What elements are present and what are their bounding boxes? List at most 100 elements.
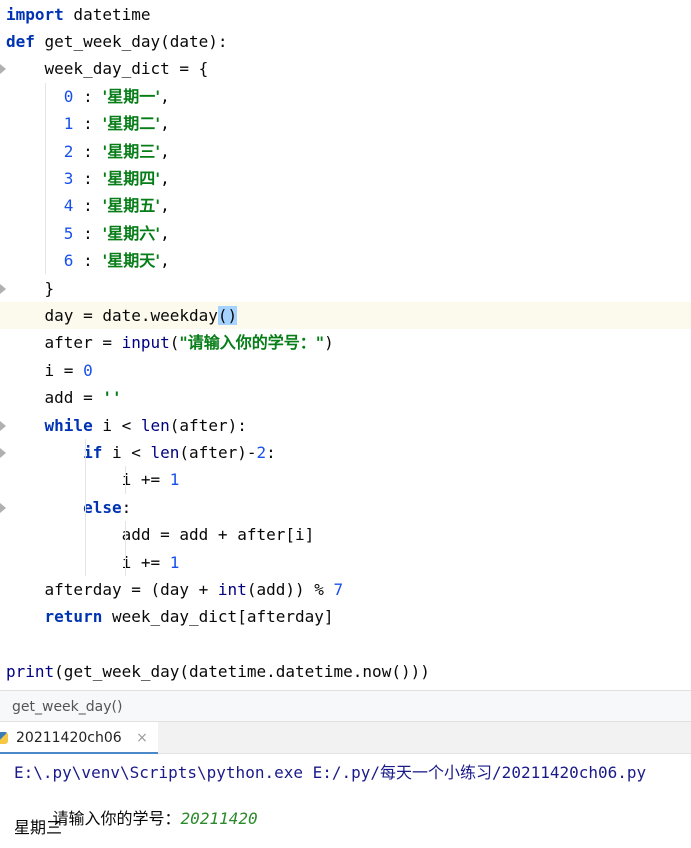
code-line[interactable]: week_day_dict = { [0,55,691,82]
code-token: i += [6,470,170,490]
breadcrumb-function[interactable]: get_week_day() [12,699,122,715]
code-line[interactable]: } [0,275,691,302]
code-token: i = [6,360,84,380]
code-token: 2 [256,442,267,462]
code-line[interactable]: import datetime [0,1,691,28]
code-token: '星期三' [102,141,161,161]
close-icon[interactable]: × [136,730,148,746]
code-line[interactable]: i += 1 [0,466,691,493]
console-user-input: 20211420 [180,809,258,828]
code-line[interactable]: 5 : '星期六', [0,220,691,247]
code-token: add = [6,388,103,408]
code-token: 4 [63,196,74,216]
code-line[interactable]: print(get_week_day(datetime.datetime.now… [0,658,691,685]
code-token: (after)- [179,442,257,462]
code-token: datetime [63,4,151,24]
code-line[interactable]: 6 : '星期天', [0,247,691,274]
code-line[interactable]: if i < len(after)-2: [0,439,691,466]
code-token: : [73,196,103,216]
code-token: len [140,415,170,435]
code-line[interactable]: add = add + after[i] [0,521,691,548]
fold-marker-icon[interactable] [0,447,6,458]
code-line[interactable]: 0 : '星期一', [0,83,691,110]
code-token: else [83,497,122,517]
code-token: : [73,114,103,134]
code-line[interactable]: i += 1 [0,549,691,576]
code-line[interactable]: i = 0 [0,357,691,384]
fold-marker-icon[interactable] [0,283,6,294]
code-token: 7 [333,579,344,599]
code-token: import [6,4,64,24]
code-token: day = date.weekday [6,305,218,325]
code-token: (get_week_day(datetime.datetime.now())) [54,662,430,682]
code-token: (after): [169,415,247,435]
code-token: "请输入你的学号：" [179,333,325,353]
code-token: : [266,442,276,462]
code-line[interactable]: 2 : '星期三', [0,138,691,165]
code-token: '星期四' [102,168,161,188]
code-token: i < [102,442,151,462]
console-command: E:\.py\venv\Scripts\python.exe E:/.py/每天… [14,763,647,782]
code-token: : [73,168,103,188]
code-token: afterday = (day + [6,579,218,599]
code-token: , [160,141,170,161]
code-line[interactable]: while i < len(after): [0,412,691,439]
code-token: 1 [169,552,180,572]
code-line[interactable]: day = date.weekday() [0,301,691,330]
console-output: 星期三 [14,818,63,837]
indent-guide [45,82,46,275]
code-line[interactable]: def get_week_day(date): [0,28,691,55]
python-icon [0,732,8,744]
code-token: int [217,579,247,599]
code-editor[interactable]: import datetime def get_week_day(date): w… [0,0,691,690]
code-token: , [160,114,170,134]
code-token: 1 [169,470,180,490]
code-token: , [160,196,170,216]
code-token: '星期一' [102,86,161,106]
breadcrumb[interactable]: get_week_day() [0,690,691,722]
code-token: add = add + after[i] [6,525,315,545]
code-line[interactable]: 1 : '星期二', [0,110,691,137]
indent-guide [85,438,86,576]
fold-marker-icon[interactable] [0,502,6,513]
code-token: : [73,86,103,106]
code-line[interactable]: return week_day_dict[afterday] [0,603,691,630]
code-token: 1 [63,114,74,134]
code-token: } [6,278,55,298]
run-tab[interactable]: 20211420ch06 × [0,722,158,754]
code-token: ) [324,333,334,353]
code-token: '星期六' [102,223,161,243]
code-token: '星期五' [102,196,161,216]
code-token: 3 [63,168,74,188]
console-prompt: 请输入你的学号： [52,809,181,828]
code-token: print [6,662,55,682]
fold-marker-icon[interactable] [0,64,6,75]
fold-marker-icon[interactable] [0,420,6,431]
code-line[interactable]: else: [0,494,691,521]
code-token: len [150,442,180,462]
code-token: , [160,251,170,271]
code-token: : [73,223,103,243]
code-token: 2 [63,141,74,161]
code-line[interactable]: afterday = (day + int(add)) % 7 [0,576,691,603]
code-token: , [160,168,170,188]
code-token: i += [6,552,170,572]
code-token: i < [92,415,141,435]
code-line[interactable]: 3 : '星期四', [0,165,691,192]
code-line[interactable]: add = '' [0,384,691,411]
code-token: '星期天' [102,251,161,271]
code-line[interactable] [0,631,691,658]
code-line[interactable]: 4 : '星期五', [0,192,691,219]
run-console[interactable]: E:\.py\venv\Scripts\python.exe E:/.py/每天… [0,754,691,840]
code-line[interactable]: after = input("请输入你的学号：") [0,329,691,356]
